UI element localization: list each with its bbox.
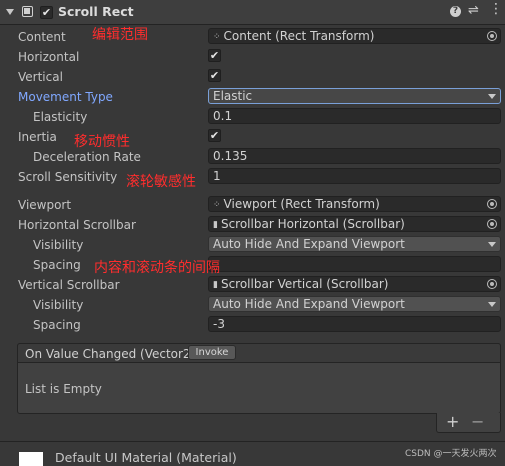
add-button[interactable]: + <box>446 412 459 431</box>
more-icon[interactable]: ⋮ <box>489 2 503 16</box>
content-field[interactable]: ⁘ Content (Rect Transform) <box>208 28 501 44</box>
help-icon[interactable]: ? <box>450 6 461 17</box>
v-spacing-label: Spacing <box>33 318 81 332</box>
preset-icon[interactable]: ⇌ <box>468 3 479 18</box>
chevron-down-icon <box>488 242 496 247</box>
movement-type-value: Elastic <box>213 89 253 103</box>
object-picker-icon[interactable] <box>487 219 497 229</box>
elasticity-value: 0.1 <box>213 109 233 123</box>
viewport-value: Viewport (Rect Transform) <box>223 197 380 211</box>
object-picker-icon[interactable] <box>487 31 497 41</box>
empty-list-text: List is Empty <box>25 382 102 396</box>
viewport-field[interactable]: ⁘ Viewport (Rect Transform) <box>208 196 501 212</box>
v-visibility-value: Auto Hide And Expand Viewport <box>213 297 405 311</box>
rect-transform-icon: ⁘ <box>213 31 221 42</box>
h-visibility-dropdown[interactable]: Auto Hide And Expand Viewport <box>208 236 501 252</box>
inertia-checkbox[interactable]: ✔ <box>208 129 221 142</box>
rect-transform-icon: ⁘ <box>213 199 221 210</box>
elasticity-label: Elasticity <box>33 110 88 124</box>
scroll-sensitivity-label: Scroll Sensitivity <box>18 170 118 184</box>
vertical-scrollbar-value: Scrollbar Vertical (Scrollbar) <box>220 277 389 291</box>
scroll-sensitivity-value: 1 <box>213 169 221 183</box>
component-icon <box>22 6 33 17</box>
annotation-scroll-sensitivity: 滚轮敏感性 <box>126 174 196 190</box>
vertical-scrollbar-field[interactable]: ▮ Scrollbar Vertical (Scrollbar) <box>208 276 501 292</box>
v-visibility-dropdown[interactable]: Auto Hide And Expand Viewport <box>208 296 501 312</box>
deceleration-rate-value: 0.135 <box>213 149 248 163</box>
chevron-down-icon <box>488 94 496 99</box>
movement-type-dropdown[interactable]: Elastic <box>208 88 501 104</box>
horizontal-scrollbar-field[interactable]: ▮ Scrollbar Horizontal (Scrollbar) <box>208 216 501 232</box>
h-visibility-value: Auto Hide And Expand Viewport <box>213 237 405 251</box>
object-picker-icon[interactable] <box>487 279 497 289</box>
divider <box>0 441 505 442</box>
component-title: Scroll Rect <box>58 4 134 19</box>
h-spacing-label: Spacing <box>33 258 81 272</box>
content-label: Content <box>18 30 66 44</box>
h-spacing-input[interactable] <box>208 256 501 272</box>
vertical-label: Vertical <box>18 70 63 84</box>
content-value: Content (Rect Transform) <box>223 29 375 43</box>
annotation-spacing: 内容和滚动条的间隔 <box>94 260 220 276</box>
elasticity-input[interactable]: 0.1 <box>208 108 501 124</box>
horizontal-scrollbar-value: Scrollbar Horizontal (Scrollbar) <box>220 217 405 231</box>
deceleration-rate-input[interactable]: 0.135 <box>208 148 501 164</box>
material-preview <box>19 452 43 466</box>
annotation-inertia: 移动惯性 <box>74 134 130 150</box>
movement-type-label: Movement Type <box>18 90 113 104</box>
horizontal-checkbox[interactable]: ✔ <box>208 49 221 62</box>
chevron-down-icon[interactable] <box>6 9 14 15</box>
object-picker-icon[interactable] <box>487 199 497 209</box>
scroll-sensitivity-input[interactable]: 1 <box>208 168 501 184</box>
v-spacing-value: -3 <box>213 317 225 331</box>
v-spacing-input[interactable]: -3 <box>208 316 501 332</box>
annotation-content: 编辑范围 <box>92 27 148 43</box>
horizontal-label: Horizontal <box>18 50 80 64</box>
material-label[interactable]: Default UI Material (Material) <box>55 450 237 465</box>
inertia-label: Inertia <box>18 130 57 144</box>
v-visibility-label: Visibility <box>33 298 84 312</box>
enable-checkbox[interactable]: ✔ <box>40 6 53 19</box>
horizontal-scrollbar-label: Horizontal Scrollbar <box>18 218 136 232</box>
event-title: On Value Changed (Vector2) <box>25 347 196 361</box>
scrollbar-icon: ▮ <box>213 279 218 290</box>
scrollbar-icon: ▮ <box>213 219 218 230</box>
vertical-scrollbar-label: Vertical Scrollbar <box>18 278 120 292</box>
h-visibility-label: Visibility <box>33 238 84 252</box>
vertical-checkbox[interactable]: ✔ <box>208 69 221 82</box>
deceleration-rate-label: Deceleration Rate <box>33 150 141 164</box>
watermark: CSDN @一天发火两次 <box>405 449 497 459</box>
viewport-label: Viewport <box>18 198 72 212</box>
chevron-down-icon <box>488 302 496 307</box>
remove-button[interactable]: − <box>471 412 484 431</box>
invoke-button[interactable]: Invoke <box>188 345 236 360</box>
